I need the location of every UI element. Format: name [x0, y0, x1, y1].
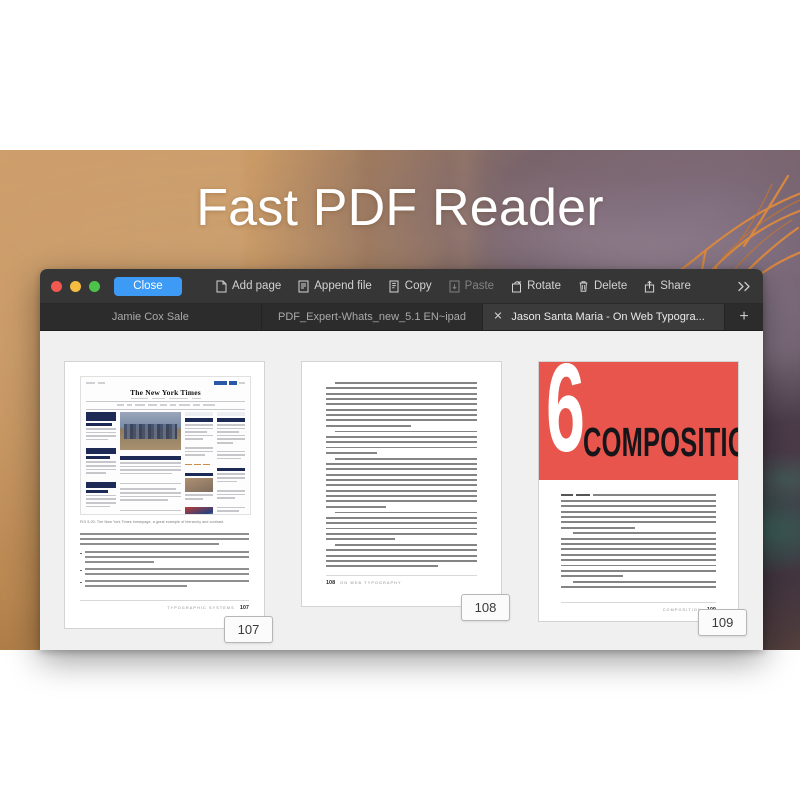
- tab-close-icon[interactable]: ✕: [493, 311, 502, 323]
- close-window-button[interactable]: [51, 280, 62, 292]
- chapter-title: COMPOSITION: [583, 419, 738, 465]
- chapter-opener-banner: 6 COMPOSITION: [539, 362, 738, 480]
- page-title: Fast PDF Reader: [196, 179, 604, 237]
- append-file-label: Append file: [314, 280, 372, 292]
- running-head-label: ON WEB TYPOGRAPHY: [340, 581, 402, 586]
- page-body-text: [326, 382, 477, 571]
- share-label: Share: [660, 280, 691, 292]
- page-thumbnail-107[interactable]: The New York Times FIG 5.20: The New Yor…: [64, 361, 273, 643]
- tab-on-web-typography[interactable]: ✕ Jason Santa Maria - On Web Typogra...: [483, 304, 726, 330]
- rotate-icon: [511, 280, 522, 293]
- rotate-label: Rotate: [527, 280, 561, 292]
- trash-icon: [578, 280, 589, 293]
- copy-icon: [389, 280, 400, 293]
- paragraph: [326, 511, 477, 541]
- add-page-label: Add page: [232, 280, 282, 292]
- newspaper-utility-bar: [86, 381, 245, 385]
- paragraph: [326, 457, 477, 508]
- running-head: TYPOGRAPHIC SYSTEMS 107: [80, 605, 249, 611]
- page-body-text: [80, 533, 249, 545]
- page-surface: 108 ON WEB TYPOGRAPHY: [301, 361, 502, 608]
- paste-button[interactable]: Paste: [449, 280, 494, 293]
- paragraph: [326, 382, 477, 427]
- running-head-number: 108: [326, 580, 336, 587]
- newspaper-columns: [86, 411, 245, 514]
- app-window: Close Add page Append file Copy Paste Ro…: [40, 269, 763, 650]
- chapter-number: 6: [546, 362, 585, 478]
- toolbar-overflow-button[interactable]: [736, 269, 754, 303]
- page-thumbnail-109[interactable]: 6 COMPOSITION: [538, 361, 747, 636]
- page-surface: 6 COMPOSITION: [538, 361, 739, 622]
- running-head-label: TYPOGRAPHIC SYSTEMS: [167, 605, 235, 610]
- running-head: 108 ON WEB TYPOGRAPHY: [326, 580, 477, 586]
- minimize-window-button[interactable]: [70, 280, 81, 292]
- page-thumbnail-108[interactable]: 108 ON WEB TYPOGRAPHY 108: [301, 361, 510, 622]
- page-number-badge[interactable]: 107: [224, 616, 273, 643]
- list-item: [80, 579, 249, 590]
- paragraph: [326, 544, 477, 568]
- list-item: [80, 550, 249, 566]
- tab-label: PDF_Expert-Whats_new_5.1 EN~ipad: [278, 311, 467, 323]
- append-file-button[interactable]: Append file: [298, 280, 372, 293]
- document-append-icon: [298, 280, 309, 293]
- page-number-badge[interactable]: 109: [698, 608, 747, 636]
- page-number-badge[interactable]: 108: [461, 594, 510, 622]
- small-caps-lead-in: [561, 494, 716, 497]
- paragraph: [326, 430, 477, 454]
- copy-button[interactable]: Copy: [389, 280, 432, 293]
- share-button[interactable]: Share: [644, 280, 691, 293]
- tab-pdf-expert-whats-new[interactable]: PDF_Expert-Whats_new_5.1 EN~ipad: [262, 304, 484, 330]
- toolbar-actions: Add page Append file Copy Paste Rotate D…: [216, 280, 691, 293]
- page-bullet-list: [80, 550, 249, 590]
- paragraph: [561, 494, 716, 529]
- page-thumbnail-canvas: The New York Times FIG 5.20: The New Yor…: [40, 331, 763, 650]
- newspaper-nav: [86, 404, 245, 406]
- add-page-button[interactable]: Add page: [216, 280, 281, 293]
- newspaper-masthead: The New York Times: [130, 388, 201, 397]
- rotate-button[interactable]: Rotate: [511, 280, 561, 293]
- tab-label: Jason Santa Maria - On Web Typogra...: [511, 311, 705, 323]
- paste-label: Paste: [464, 280, 495, 292]
- page-surface: The New York Times FIG 5.20: The New Yor…: [64, 361, 265, 629]
- window-toolbar: Close Add page Append file Copy Paste Ro…: [40, 269, 763, 304]
- page-plus-icon: [216, 280, 227, 293]
- tab-label: Jamie Cox Sale: [111, 311, 189, 323]
- new-tab-button[interactable]: +: [725, 304, 763, 330]
- tab-bar: Jamie Cox Sale PDF_Expert-Whats_new_5.1 …: [40, 304, 763, 331]
- traffic-light-group: [40, 280, 100, 292]
- tab-jamie-cox-sale[interactable]: Jamie Cox Sale: [40, 304, 262, 330]
- figure-caption: FIG 5.20: The New York Times homepage, a…: [80, 520, 225, 524]
- delete-label: Delete: [593, 280, 628, 292]
- paragraph: [561, 532, 716, 578]
- running-head-number: 107: [239, 604, 249, 611]
- delete-button[interactable]: Delete: [578, 280, 627, 293]
- running-head: COMPOSITION 109: [561, 607, 716, 613]
- running-head-label: COMPOSITION: [662, 607, 702, 612]
- paste-icon: [449, 280, 460, 293]
- page-body-text: [539, 480, 738, 592]
- figure-newspaper-screenshot: The New York Times: [80, 376, 251, 515]
- list-item: [80, 567, 249, 578]
- double-chevron-right-icon: [738, 281, 750, 291]
- copy-label: Copy: [404, 280, 432, 292]
- zoom-window-button[interactable]: [89, 280, 100, 292]
- screenshot-root: Fast PDF Reader Close Add page Append fi…: [0, 0, 800, 800]
- paragraph: [561, 580, 716, 589]
- share-icon: [644, 280, 655, 293]
- close-button[interactable]: Close: [114, 276, 182, 296]
